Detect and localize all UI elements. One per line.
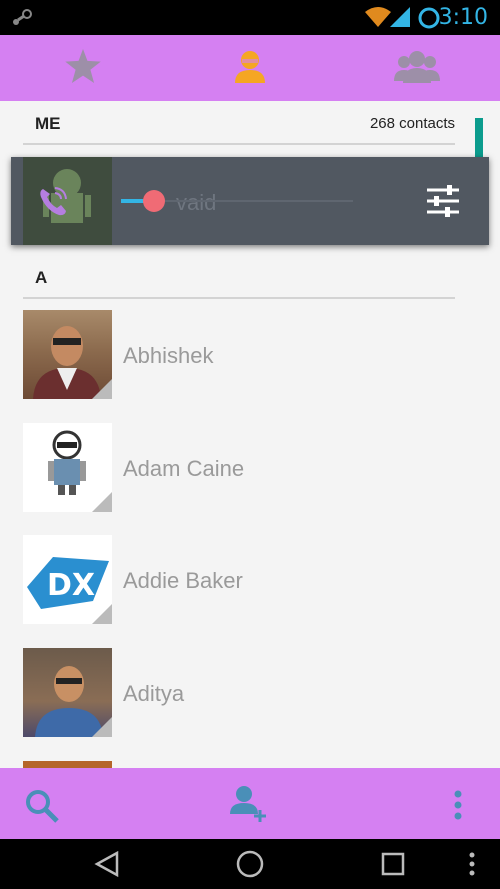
tab-bar <box>0 35 500 101</box>
svg-text:DX: DX <box>47 568 95 603</box>
contact-name: Adam Caine <box>123 456 245 481</box>
status-bar: 3:10 <box>0 0 500 35</box>
avatar: DX <box>23 535 112 624</box>
bottom-action-bar <box>0 768 500 839</box>
section-header-me: ME 268 contacts <box>23 101 455 145</box>
add-contact-icon[interactable] <box>230 784 270 829</box>
contact-count: 268 contacts <box>369 115 455 132</box>
corner-indicator <box>92 717 112 737</box>
tab-favorites[interactable] <box>0 35 166 101</box>
menu-icon[interactable] <box>468 852 476 881</box>
group-icon <box>394 49 440 88</box>
contact-name: Abhishek <box>123 343 214 368</box>
wifi-icon <box>365 6 391 33</box>
section-label: A <box>35 268 48 287</box>
slider-thumb[interactable] <box>143 190 165 212</box>
avatar <box>23 761 112 768</box>
contact-name: Addie Baker <box>123 568 243 593</box>
list-item[interactable]: Aditya <box>23 648 473 738</box>
volume-popup: vaid <box>11 157 489 245</box>
avatar <box>23 310 112 399</box>
tab-groups[interactable] <box>334 35 500 101</box>
scrollbar-thumb[interactable] <box>475 118 483 158</box>
back-icon[interactable] <box>94 850 120 882</box>
settings-sliders-icon[interactable] <box>425 183 461 224</box>
list-item[interactable]: DX Addie Baker <box>23 535 473 625</box>
star-icon <box>65 48 101 88</box>
corner-indicator <box>92 492 112 512</box>
list-item[interactable]: Abhishek <box>23 310 473 400</box>
contact-name: Aditya <box>123 681 185 706</box>
volume-slider[interactable] <box>121 187 353 215</box>
signal-icon <box>390 7 410 32</box>
system-nav-bar <box>0 839 500 889</box>
tab-contacts[interactable] <box>167 35 333 101</box>
person-icon <box>233 49 267 88</box>
recents-icon[interactable] <box>381 852 405 881</box>
corner-indicator <box>92 379 112 399</box>
clock: 3:10 <box>438 5 488 30</box>
section-label: ME <box>35 114 61 133</box>
list-item[interactable]: Adam Caine <box>23 423 473 513</box>
avatar <box>23 648 112 737</box>
sync-icon <box>417 6 441 35</box>
home-icon[interactable] <box>236 850 264 883</box>
search-icon[interactable] <box>24 788 60 829</box>
section-header-a: A <box>23 255 455 299</box>
corner-indicator <box>92 604 112 624</box>
steam-icon <box>10 8 34 33</box>
phone-ring-icon <box>37 185 69 222</box>
more-options-icon[interactable] <box>452 790 464 825</box>
avatar <box>23 423 112 512</box>
